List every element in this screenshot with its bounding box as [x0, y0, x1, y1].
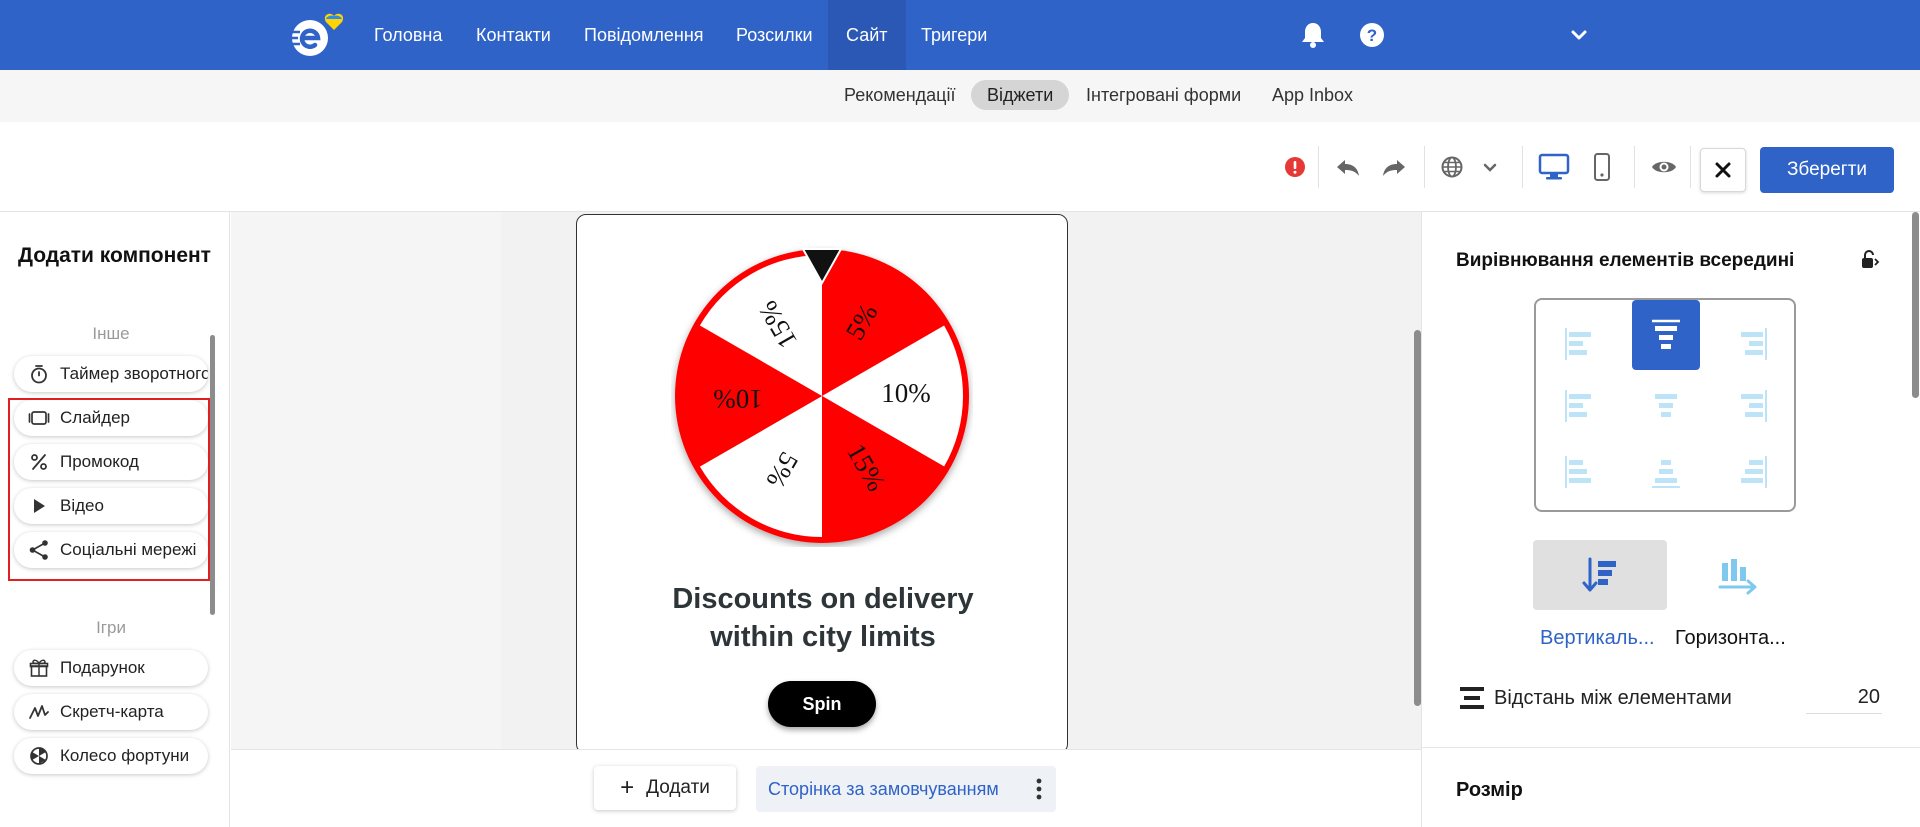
wheel-slice-label: 10% — [881, 378, 931, 408]
toolbar-divider — [1634, 146, 1635, 188]
left-panel-scrollbar[interactable] — [210, 335, 215, 615]
group-label-other: Інше — [92, 324, 130, 343]
align-top-center[interactable] — [1632, 300, 1700, 370]
games-group-highlight — [8, 398, 210, 581]
globe-icon[interactable] — [1432, 145, 1472, 189]
component-scratch-card[interactable]: Скретч-карта — [14, 694, 208, 730]
widget-headline: Discounts on delivery within city limits — [577, 580, 1067, 656]
page-tab-default[interactable]: Сторінка за замовчуванням — [756, 766, 1056, 812]
toolbar-divider — [1318, 146, 1319, 188]
tab-recommendations[interactable]: Рекомендації — [828, 80, 971, 110]
gift-icon — [28, 657, 50, 679]
scratch-icon — [28, 701, 50, 723]
component-label: Таймер зворотного — [60, 364, 208, 383]
toolbar-divider — [1690, 146, 1691, 188]
page-tab-label: Сторінка за замовчуванням — [768, 778, 999, 799]
account-chevron-down-icon[interactable] — [1562, 18, 1596, 52]
toolbar-divider — [1522, 146, 1523, 188]
align-bottom-left[interactable] — [1546, 438, 1614, 506]
headline-line-1: Discounts on delivery — [672, 583, 974, 615]
desktop-view-icon[interactable] — [1534, 145, 1574, 189]
help-icon[interactable]: ? — [1355, 18, 1389, 52]
language-chevron-down-icon[interactable] — [1470, 145, 1510, 189]
wheel-icon — [28, 745, 50, 767]
vertical-direction-icon — [1582, 557, 1616, 592]
size-section-title: Розмір — [1456, 779, 1523, 801]
panel-title: Додати компонент — [18, 244, 211, 267]
spacing-icon — [1460, 687, 1484, 709]
component-label: Подарунок — [60, 658, 145, 677]
nav-item-triggers[interactable]: Тригери — [903, 0, 1005, 70]
plus-icon: + — [620, 774, 635, 801]
direction-vertical-label: Вертикаль... — [1540, 627, 1655, 649]
align-bottom-center[interactable] — [1632, 438, 1700, 506]
component-wheel-of-fortune[interactable]: Колесо фортуни — [14, 738, 208, 774]
group-label-games: Ігри — [96, 618, 126, 637]
align-middle-center[interactable] — [1632, 372, 1700, 440]
add-page-button[interactable]: + Додати — [594, 766, 736, 810]
close-editor-button[interactable] — [1700, 148, 1746, 192]
preview-eye-icon[interactable] — [1644, 145, 1684, 189]
spacing-label: Відстань між елементами — [1494, 686, 1732, 709]
svg-text:?: ? — [1367, 26, 1377, 45]
nav-item-mailings[interactable]: Розсилки — [718, 0, 831, 70]
align-top-right[interactable] — [1718, 310, 1786, 378]
nav-item-messages[interactable]: Повідомлення — [566, 0, 722, 70]
wheel-widget-preview[interactable]: 5% 10% 15% 5% 10% 15% Discounts on delivery w… — [576, 214, 1068, 754]
nav-item-site[interactable]: Сайт — [828, 0, 906, 70]
nav-item-home[interactable]: Головна — [356, 0, 460, 70]
editor-toolbar — [0, 122, 1920, 212]
spin-button[interactable]: Spin — [768, 681, 876, 727]
align-top-left[interactable] — [1546, 310, 1614, 378]
direction-horizontal-label: Горизонта... — [1675, 627, 1786, 649]
tab-widgets[interactable]: Віджети — [971, 80, 1070, 110]
wheel-slice-label: 10% — [713, 384, 763, 414]
tab-integrated-forms[interactable]: Інтегровані форми — [1070, 80, 1257, 110]
more-options-icon[interactable] — [1036, 778, 1042, 800]
alignment-title: Вирівнювання елементів всередині — [1456, 250, 1795, 271]
component-label: Скретч-карта — [60, 702, 164, 721]
sub-navigation: Рекомендації Віджети Інтегровані форми A… — [0, 70, 1920, 122]
redo-icon[interactable] — [1374, 145, 1414, 189]
nav-item-contacts[interactable]: Контакти — [458, 0, 569, 70]
spacing-row: Відстань між елементами — [1458, 685, 1732, 711]
component-gift[interactable]: Подарунок — [14, 650, 208, 686]
align-middle-right[interactable] — [1718, 372, 1786, 440]
right-panel-scrollbar[interactable] — [1912, 212, 1919, 398]
spacing-value-input[interactable]: 20 — [1806, 686, 1882, 714]
undo-icon[interactable] — [1328, 145, 1368, 189]
component-label: Колесо фортуни — [60, 746, 190, 765]
unlock-icon[interactable] — [1858, 249, 1880, 271]
canvas-scrollbar[interactable] — [1414, 330, 1421, 706]
align-middle-left[interactable] — [1546, 372, 1614, 440]
timer-icon — [28, 363, 50, 385]
top-navigation: Головна Контакти Повідомлення Розсилки С… — [0, 0, 1920, 70]
component-countdown-timer[interactable]: Таймер зворотного — [14, 356, 208, 392]
error-alert-icon[interactable] — [1275, 145, 1315, 189]
toolbar-divider — [1424, 146, 1425, 188]
mobile-view-icon[interactable] — [1582, 145, 1622, 189]
save-button[interactable]: Зберегти — [1760, 147, 1894, 193]
horizontal-direction-icon — [1718, 559, 1757, 595]
bell-icon[interactable] — [1296, 18, 1330, 52]
tab-app-inbox[interactable]: App Inbox — [1256, 80, 1369, 110]
panel-divider — [1422, 747, 1920, 748]
add-page-label: Додати — [646, 777, 710, 798]
headline-line-2: within city limits — [710, 621, 936, 653]
esputnik-logo[interactable] — [288, 10, 358, 60]
direction-horizontal-button[interactable] — [1671, 540, 1805, 610]
fortune-wheel[interactable]: 5%10%15%5%10%15% — [671, 245, 973, 547]
direction-vertical-button[interactable] — [1533, 540, 1667, 610]
close-icon — [1715, 162, 1731, 178]
alignment-grid — [1534, 298, 1796, 512]
align-bottom-right[interactable] — [1718, 438, 1786, 506]
